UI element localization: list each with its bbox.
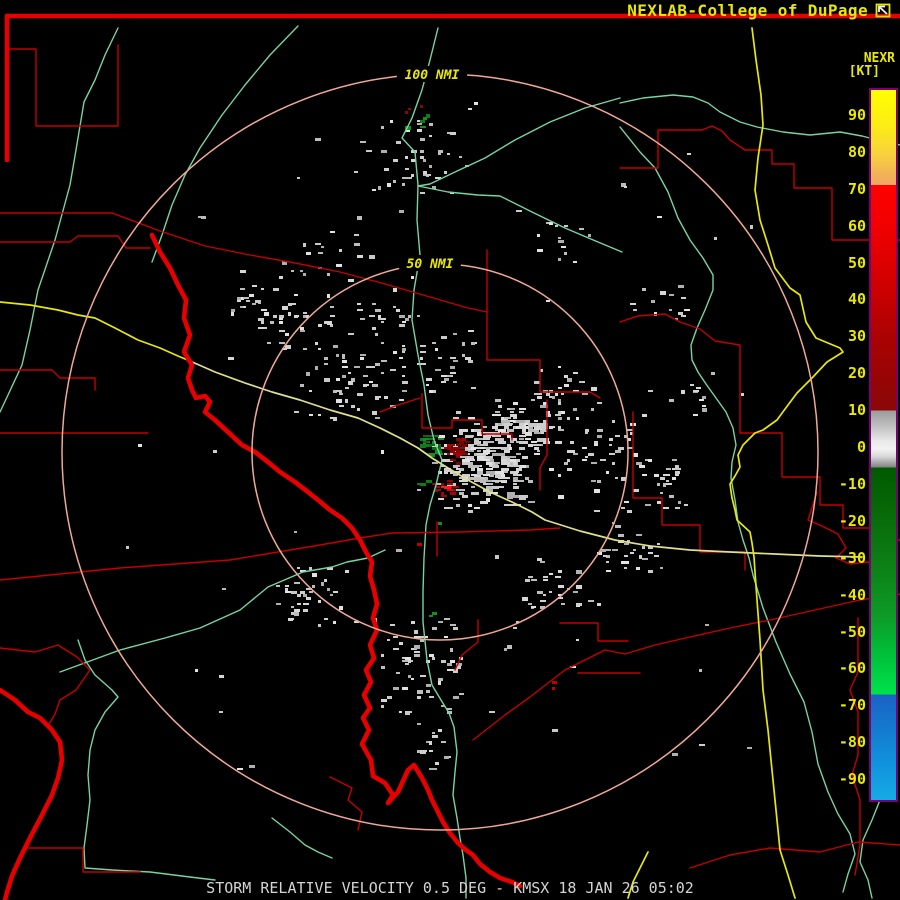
colorbar-tick-label: -30 xyxy=(838,548,866,567)
colorbar-units-label: [KT] xyxy=(848,64,880,79)
external-link-arrow-icon[interactable] xyxy=(875,3,892,18)
colorbar-tick-label: -20 xyxy=(838,511,866,530)
colorbar-tick-label: 70 xyxy=(847,179,866,198)
colorbar-tick-label: 50 xyxy=(847,253,866,272)
colorbar-tick-label: 30 xyxy=(847,327,866,346)
velocity-echo-field xyxy=(126,102,753,770)
colorbar-tick-label: 80 xyxy=(847,142,866,161)
colorbar-tick-label: 60 xyxy=(847,216,866,235)
svg-text:50 NMI: 50 NMI xyxy=(407,257,454,272)
colorbar-tick-label: 20 xyxy=(847,364,866,383)
colorbar-tick-label: -60 xyxy=(838,659,866,678)
site-banner: NEXLAB-College of DuPage xyxy=(627,1,892,20)
colorbar-tick-label: -70 xyxy=(838,696,866,715)
colorbar-tick-label: 90 xyxy=(847,105,866,124)
colorbar-tick-label: 10 xyxy=(847,401,866,420)
colorbar-title: NEXR [KT] xyxy=(849,52,895,78)
svg-text:100 NMI: 100 NMI xyxy=(405,68,460,83)
radar-map-canvas: 100 NMI 50 NMI xyxy=(0,13,900,900)
highway-lines xyxy=(0,27,863,899)
colorbar-tick-label: -10 xyxy=(838,474,866,493)
banner-title: NEXLAB-College of DuPage xyxy=(627,1,868,20)
colorbar-tick-label: -90 xyxy=(838,770,866,789)
radar-display: 100 NMI 50 NMI NEXLAB-College of DuPage N… xyxy=(0,0,900,900)
colorbar-tick-label: -80 xyxy=(838,733,866,752)
colorbar-tick-label: -50 xyxy=(838,622,866,641)
velocity-colorbar xyxy=(869,88,898,802)
colorbar-tick-label: -40 xyxy=(838,585,866,604)
colorbar-tick-label: 40 xyxy=(847,290,866,309)
state-boundary-lines xyxy=(0,13,900,900)
product-caption: STORM RELATIVE VELOCITY 0.5 DEG - KMSX 1… xyxy=(206,879,694,897)
colorbar-tick-label: 0 xyxy=(856,438,866,457)
